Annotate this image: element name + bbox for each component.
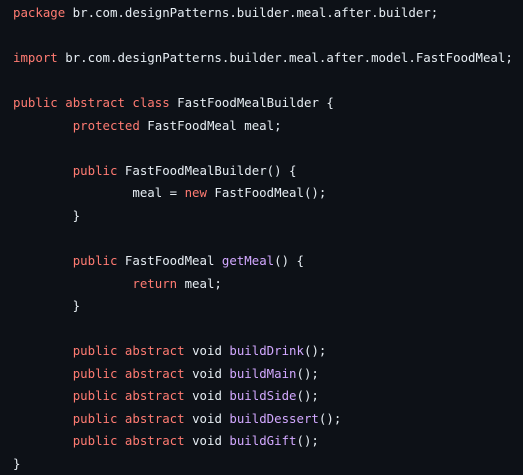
code-function-name: buildGift — [229, 433, 297, 449]
code-text: (); — [296, 433, 319, 449]
code-text: } — [13, 455, 21, 471]
code-function-name: buildDrink — [229, 343, 304, 359]
code-keyword: public — [72, 162, 118, 178]
code-text: (); — [303, 343, 327, 359]
code-line: public abstract void buildSide(); — [13, 385, 523, 408]
code-text: (); — [296, 365, 319, 381]
code-line: public FastFoodMealBuilder() { — [13, 160, 523, 183]
code-line: meal = new FastFoodMeal(); — [13, 182, 523, 205]
code-function-name: getMeal — [221, 253, 275, 269]
code-line: package br.com.designPatterns.builder.me… — [13, 2, 523, 25]
code-line: public abstract void buildDrink(); — [13, 340, 523, 363]
code-text: FastFoodMeal — [117, 253, 222, 269]
code-text: void — [184, 365, 230, 381]
code-line: public abstract class FastFoodMealBuilde… — [13, 92, 523, 115]
code-keyword: new — [184, 185, 207, 201]
code-text: (); — [296, 388, 319, 404]
code-text: br.com.designPatterns.builder.meal.after… — [65, 5, 439, 20]
code-line: } — [13, 453, 523, 475]
code-keyword: import — [13, 50, 58, 66]
code-text: void — [184, 410, 230, 426]
code-keyword: protected — [72, 117, 140, 133]
code-line: import br.com.designPatterns.builder.mea… — [13, 47, 523, 70]
code-function-name: buildDessert — [229, 410, 319, 426]
code-text: br.com.designPatterns.builder.meal.after… — [57, 50, 513, 66]
code-line: public FastFoodMeal getMeal() { — [13, 250, 523, 273]
code-keyword: abstract — [124, 343, 185, 359]
code-line: ​ — [13, 25, 523, 48]
code-text: } — [13, 298, 81, 314]
code-text: (); — [318, 410, 342, 426]
code-keyword: abstract — [124, 410, 185, 426]
code-editor: package br.com.designPatterns.builder.me… — [0, 0, 523, 474]
code-keyword: public — [72, 433, 118, 449]
code-text: } — [13, 207, 81, 223]
code-text: void — [184, 433, 230, 449]
code-keyword: public — [72, 253, 118, 269]
code-function-name: buildSide — [229, 388, 297, 404]
code-line: ​ — [13, 137, 523, 160]
code-block: package br.com.designPatterns.builder.me… — [0, 2, 523, 475]
code-line: return meal; — [13, 273, 523, 296]
code-keyword: package — [13, 5, 66, 20]
code-line: public abstract void buildDessert(); — [13, 408, 523, 431]
code-line: ​ — [13, 70, 523, 93]
code-keyword: return — [132, 275, 178, 291]
code-text: () { — [274, 253, 304, 269]
code-line: public abstract void buildGift(); — [13, 430, 523, 453]
code-text: void — [184, 343, 230, 359]
code-keyword: abstract — [124, 365, 185, 381]
code-line: } — [13, 295, 523, 318]
code-line: ​ — [13, 318, 523, 341]
code-keyword: public — [72, 365, 118, 381]
code-keyword: public — [72, 410, 118, 426]
code-function-name: buildMain — [229, 365, 297, 381]
code-keyword: abstract — [65, 95, 125, 111]
code-line: public abstract void buildMain(); — [13, 363, 523, 386]
code-text: FastFoodMealBuilder { — [169, 95, 334, 111]
code-keyword: abstract — [124, 388, 185, 404]
code-text: void — [184, 388, 230, 404]
code-text: FastFoodMeal(); — [206, 185, 327, 201]
code-keyword: public — [72, 388, 118, 404]
code-keyword: abstract — [124, 433, 185, 449]
code-text: meal; — [177, 275, 222, 291]
code-keyword: public — [72, 343, 118, 359]
code-keyword: class — [132, 95, 170, 111]
code-text: FastFoodMealBuilder() { — [117, 162, 297, 178]
code-text: meal = — [13, 185, 185, 201]
code-text: FastFoodMeal meal; — [139, 117, 282, 133]
code-line: } — [13, 205, 523, 228]
code-line: protected FastFoodMeal meal; — [13, 115, 523, 138]
code-line: ​ — [13, 227, 523, 250]
code-keyword: public — [13, 95, 58, 111]
